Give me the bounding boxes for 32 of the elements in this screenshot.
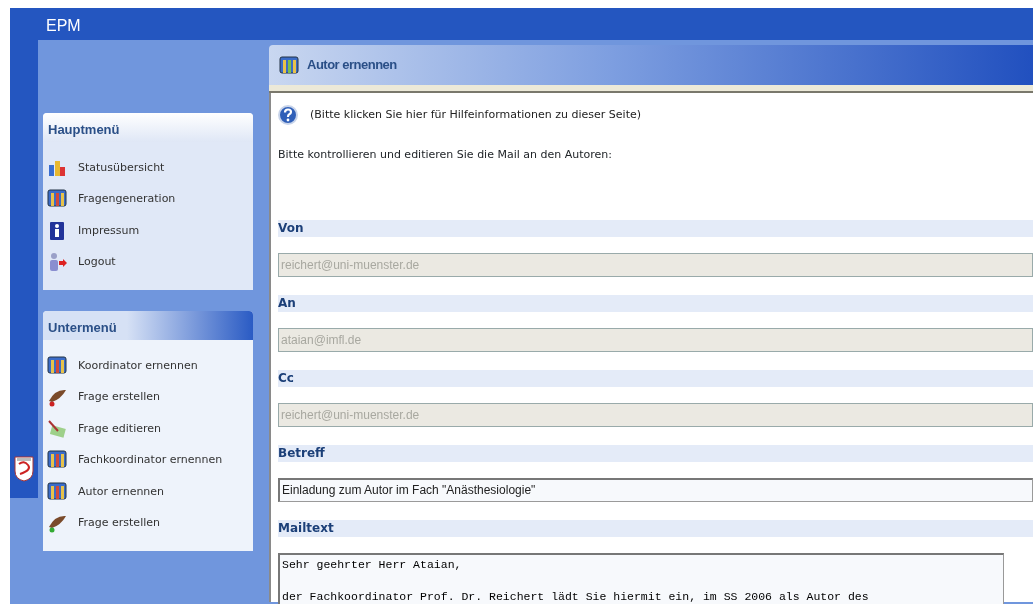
- menu-link[interactable]: Autor ernennen: [78, 483, 165, 500]
- menu-link[interactable]: Fachkoordinator ernennen: [78, 452, 223, 469]
- help-icon[interactable]: [278, 105, 298, 125]
- portal-icon: [279, 55, 299, 75]
- field-label: Cc: [278, 369, 1033, 387]
- field-label: Von: [278, 219, 1033, 237]
- menu-link[interactable]: Impressum: [78, 222, 140, 239]
- menu-link[interactable]: Statusübersicht: [78, 159, 165, 176]
- portal-icon[interactable]: [46, 481, 68, 502]
- field-label: An: [278, 294, 1033, 312]
- field-label: Betreff: [278, 444, 1033, 462]
- mail-text-area[interactable]: Sehr geehrter Herr Ataian, der Fachkoordinator Prof. Dr. Reichert lädt Sie hiermit ein, im SS 2006 als Autor des: [278, 552, 1004, 604]
- quill-icon[interactable]: [46, 387, 68, 408]
- menu-link[interactable]: Fragengeneration: [78, 191, 176, 208]
- crest-icon: [14, 456, 34, 482]
- edit-icon[interactable]: [46, 418, 68, 439]
- help-link[interactable]: (Bitte klicken Sie hier für Hilfeinformationen zu dieser Seite): [310, 106, 641, 124]
- menu-link[interactable]: Frage erstellen: [78, 389, 160, 406]
- instruction-text: Bitte kontrollieren und editieren Sie die Mail an den Autoren:: [278, 147, 613, 163]
- portal-icon[interactable]: [46, 450, 68, 471]
- menu-link[interactable]: Logout: [78, 254, 116, 271]
- input-field[interactable]: Einladung zum Autor im Fach "Anästhesiologie": [278, 477, 1033, 502]
- quill-icon[interactable]: [46, 513, 68, 534]
- field-label: Mailtext: [278, 519, 1033, 537]
- menu-link[interactable]: Frage erstellen: [78, 515, 160, 532]
- portal-icon[interactable]: [46, 355, 68, 376]
- menu-header: Untermenü: [43, 311, 253, 340]
- app-title: EPM: [46, 16, 81, 36]
- menu-link[interactable]: Koordinator ernennen: [78, 357, 198, 374]
- menu-link[interactable]: Frage editieren: [78, 420, 161, 437]
- panel-title: Autor ernennen: [307, 56, 397, 75]
- portal-icon[interactable]: [46, 189, 68, 210]
